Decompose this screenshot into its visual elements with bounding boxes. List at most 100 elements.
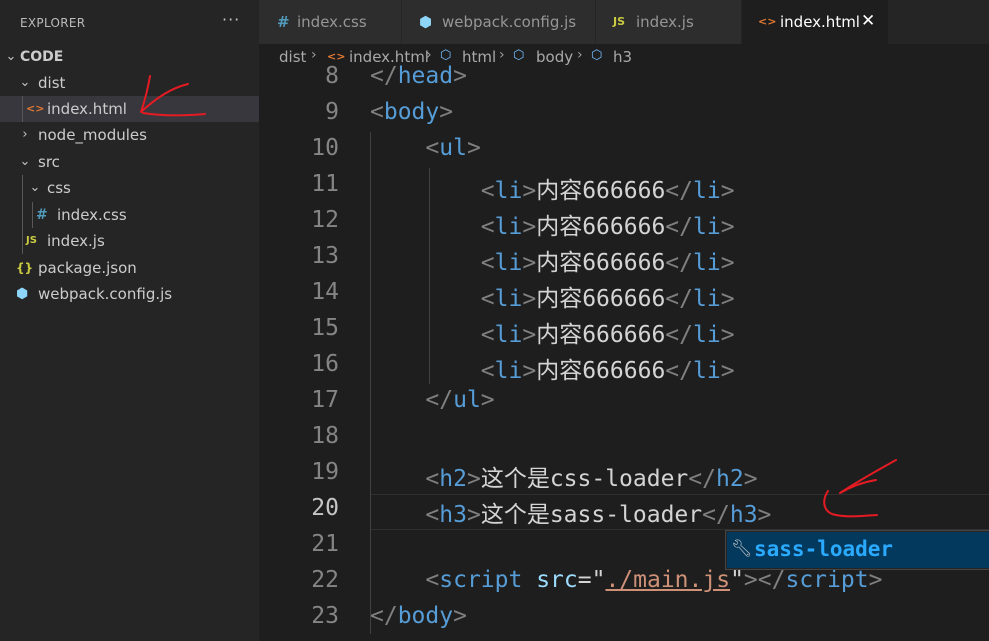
tag-name: script: [785, 567, 869, 593]
tag-bracket: >: [480, 387, 495, 413]
tag-bracket: >: [743, 567, 758, 593]
workspace-root[interactable]: ⌄ CODE: [0, 44, 259, 70]
line-number: 21: [311, 531, 339, 557]
tree-item-index-html[interactable]: <> index.html: [0, 96, 259, 122]
tag-bracket: >: [522, 178, 537, 204]
tag-name: body: [383, 99, 440, 125]
code-line[interactable]: <li>内容666666</li>: [370, 351, 735, 385]
tag-bracket: <: [425, 135, 440, 161]
tab-label: index.js: [636, 13, 694, 31]
cube-icon: ⬡: [591, 48, 603, 63]
code-line[interactable]: <li>内容666666</li>: [370, 279, 735, 313]
tag-bracket: </: [425, 387, 454, 413]
tag-bracket: >: [522, 286, 537, 312]
tag-bracket: <: [480, 286, 495, 312]
explorer-title: EXPLORER: [20, 16, 86, 30]
close-icon[interactable]: ✕: [861, 11, 875, 31]
tree-item-package-json[interactable]: {} package.json: [0, 255, 259, 281]
code-line[interactable]: <li>内容666666</li>: [370, 243, 735, 277]
tag-bracket: </: [757, 567, 786, 593]
tag-name: script: [439, 567, 523, 593]
tree-item-label: css: [47, 179, 71, 197]
tree-item-css[interactable]: ⌄ css: [0, 175, 259, 201]
tag-bracket: >: [522, 250, 537, 276]
tab-index-html[interactable]: <> index.html ✕: [742, 0, 889, 44]
tag-bracket: </: [665, 322, 693, 348]
tag-name: ul: [453, 387, 481, 413]
tag-bracket: </: [665, 358, 693, 384]
tree-indent-guide: [22, 175, 23, 254]
tag-bracket: </: [665, 178, 693, 204]
code-line[interactable]: <ul>: [370, 135, 481, 161]
tree-item-node-modules[interactable]: › node_modules: [0, 122, 259, 148]
tag-bracket: <: [480, 178, 495, 204]
tag-name: li: [494, 358, 523, 384]
tag-bracket: >: [466, 135, 481, 161]
breadcrumb-item-html[interactable]: html: [462, 48, 496, 66]
tree-indent-guide: [32, 202, 33, 228]
code-line[interactable]: <body>: [370, 99, 453, 125]
workspace-label: CODE: [20, 49, 64, 65]
tree-item-webpack-config[interactable]: ⬢ webpack.config.js: [0, 281, 259, 307]
tag-name: li: [693, 322, 721, 348]
tree-item-label: index.js: [47, 232, 105, 250]
line-number: 13: [311, 243, 339, 269]
line-number: 20: [311, 495, 339, 521]
code-line[interactable]: <script src="./main.js"></script>: [370, 567, 882, 593]
code-line[interactable]: <li>内容666666</li>: [370, 207, 735, 241]
tag-bracket: >: [720, 214, 735, 240]
tag-name: h3: [439, 502, 467, 528]
tab-index-css[interactable]: # index.css: [259, 0, 402, 44]
tree-item-label: index.css: [57, 206, 127, 224]
breadcrumb-item-body[interactable]: body: [536, 48, 573, 66]
webpack-file-icon: ⬢: [16, 286, 29, 302]
line-number: 8: [325, 63, 339, 89]
code-line[interactable]: </ul>: [370, 387, 495, 413]
js-file-icon: JS: [613, 15, 626, 28]
suggestion-item[interactable]: 🔧︎ sass-loader: [727, 532, 989, 568]
tag-bracket: </: [688, 466, 716, 492]
css-file-icon: #: [36, 207, 48, 223]
chevron-right-icon: ›: [311, 47, 317, 63]
code-line[interactable]: <h2>这个是css-loader</h2>: [370, 459, 758, 493]
tag-name: li: [494, 250, 523, 276]
code-line[interactable]: <li>内容666666</li>: [370, 315, 735, 349]
more-actions-icon[interactable]: ···: [222, 10, 240, 29]
code-line[interactable]: <h3>这个是sass-loader</h3>: [370, 495, 771, 529]
wrench-icon: 🔧︎: [731, 539, 753, 559]
tab-label: webpack.config.js: [442, 13, 577, 31]
tree-indent-guide: [22, 96, 23, 122]
tab-label: index.html: [780, 13, 860, 31]
tree-item-index-css[interactable]: # index.css: [0, 202, 259, 228]
tag-bracket: >: [743, 466, 758, 492]
tag-bracket: >: [466, 502, 481, 528]
line-number: 17: [311, 387, 339, 413]
tab-webpack-config[interactable]: ⬢ webpack.config.js: [402, 0, 596, 44]
autocomplete-widget: 🔧︎ sass-loader: [725, 530, 989, 570]
breadcrumb-item-h3[interactable]: h3: [613, 48, 632, 66]
tag-bracket: <: [425, 567, 440, 593]
chevron-right-icon: ›: [577, 47, 583, 63]
tree-item-dist[interactable]: ⌄ dist: [0, 70, 259, 96]
line-number: 10: [311, 135, 339, 161]
text-content: 内容666666: [536, 214, 666, 240]
tag-bracket: </: [370, 63, 398, 89]
line-number: 9: [325, 99, 339, 125]
tree-item-index-js[interactable]: JS index.js: [0, 228, 259, 254]
webpack-file-icon: ⬢: [419, 13, 433, 31]
tree-item-src[interactable]: ⌄ src: [0, 149, 259, 175]
code-line[interactable]: </body>: [370, 603, 467, 629]
tab-index-js[interactable]: JS index.js: [596, 0, 742, 44]
tag-bracket: >: [466, 466, 481, 492]
code-line[interactable]: </head>: [370, 63, 467, 89]
tag-bracket: >: [720, 358, 735, 384]
tag-name: li: [693, 214, 721, 240]
code-line[interactable]: <li>内容666666</li>: [370, 171, 735, 205]
